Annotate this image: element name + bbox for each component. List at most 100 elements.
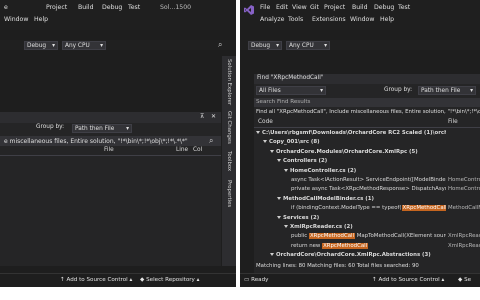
chevron-down-icon: ▾ xyxy=(100,43,103,49)
group-label: Copy_001\src (8) xyxy=(269,139,320,146)
col-line-header[interactable]: Line xyxy=(176,147,188,153)
match-highlight: XRpcMethodCall xyxy=(308,233,356,240)
menu-project[interactable]: Project xyxy=(324,4,345,11)
expand-chevron-icon[interactable] xyxy=(284,168,288,172)
menu-extensions[interactable]: Extensions xyxy=(312,16,346,23)
pin-icon[interactable]: ⊼ xyxy=(200,112,204,121)
col-file-header[interactable]: File xyxy=(104,147,114,153)
result-match-row[interactable]: public XRpcMethodCall MapToMethodCall(XE… xyxy=(254,232,480,241)
menu-item[interactable]: e xyxy=(4,4,8,11)
result-line-row[interactable]: private async Task<XRpcMethodResponse> D… xyxy=(254,185,480,194)
search-find-results-input[interactable]: Search Find Results xyxy=(254,98,480,107)
tab-properties[interactable]: Properties xyxy=(224,178,234,210)
expand-chevron-icon[interactable] xyxy=(256,131,260,134)
scope-combo[interactable]: All Files ▾ xyxy=(256,86,326,95)
result-group-row[interactable]: Services (2) xyxy=(254,214,480,223)
code-prefix: if (bindingContext.ModelType == typeof( xyxy=(291,205,402,212)
find-group-row: Group by: Path then File ▾ xyxy=(0,123,221,134)
select-repository[interactable]: ◆ Select Repository ▴ xyxy=(140,277,199,283)
group-by-label: Group by: xyxy=(384,87,413,93)
find-title-bar: Find "XRpcMethodCall" xyxy=(254,74,480,84)
find-panel-header: ⊼ ✕ xyxy=(0,112,221,123)
chevron-down-icon: ▾ xyxy=(126,126,129,132)
result-group-row[interactable]: OrchardCore\OrchardCore.XmlRpc.Abstracti… xyxy=(254,251,480,260)
right-menu-bar: File Edit View Git Project Build Debug T… xyxy=(240,0,480,30)
group-by-combo[interactable]: Path then File ▾ xyxy=(72,124,132,133)
result-file: XmlRpcRead xyxy=(448,233,480,240)
expand-chevron-icon[interactable] xyxy=(270,149,274,153)
menu-item[interactable]: Project xyxy=(46,4,67,11)
results-tree: C:\Users\rbgsmf\Downloads\OrchardCore RC… xyxy=(254,129,480,261)
group-by-label: Group by: xyxy=(36,124,65,130)
result-group-row[interactable]: C:\Users\rbgsmf\Downloads\OrchardCore RC… xyxy=(254,129,480,138)
config-combo[interactable]: Debug ▾ xyxy=(24,41,58,50)
result-group-row[interactable]: OrchardCore.Modules\OrchardCore.XmlRpc (… xyxy=(254,148,480,157)
expand-chevron-icon[interactable] xyxy=(284,225,288,228)
menu-git[interactable]: Git xyxy=(310,4,319,11)
menu-test[interactable]: Test xyxy=(398,4,410,11)
result-group-row[interactable]: HomeController.cs (2) xyxy=(254,167,480,176)
result-group-row[interactable]: MethodCallModelBinder.cs (1) xyxy=(254,195,480,204)
col-file-header[interactable]: File xyxy=(448,119,458,125)
expand-chevron-icon[interactable] xyxy=(263,140,267,144)
menu-item[interactable]: Help xyxy=(34,16,48,23)
platform-combo[interactable]: Any CPU ▾ xyxy=(286,41,330,50)
matching-summary: Matching lines: 80 Matching files: 60 To… xyxy=(256,263,419,269)
menu-build[interactable]: Build xyxy=(352,4,368,11)
search-text: e miscellaneous files, Entire solution, … xyxy=(4,138,188,145)
result-group-row[interactable]: Copy_001\src (8) xyxy=(254,138,480,147)
group-by-combo[interactable]: Path then File ▾ xyxy=(418,86,476,95)
find-search-bar[interactable]: e miscellaneous files, Entire solution, … xyxy=(0,136,221,146)
menu-item[interactable]: Test xyxy=(128,4,140,11)
menu-edit[interactable]: Edit xyxy=(276,4,288,11)
search-icon[interactable]: ⌕ xyxy=(209,136,213,146)
chevron-down-icon: ▾ xyxy=(324,43,327,49)
expand-chevron-icon[interactable] xyxy=(277,215,281,219)
expand-chevron-icon[interactable] xyxy=(277,159,281,163)
col-code-header[interactable]: Code xyxy=(258,119,273,125)
result-group-row[interactable]: Controllers (2) xyxy=(254,157,480,166)
result-match-row[interactable]: if (bindingContext.ModelType == typeof(X… xyxy=(254,204,480,213)
menu-item[interactable]: Window xyxy=(4,16,28,23)
result-line-row[interactable]: async Task<IActionResult> ServiceEndpoin… xyxy=(254,176,480,185)
config-combo[interactable]: Debug ▾ xyxy=(248,41,282,50)
tab-solution-explorer[interactable]: Solution Explorer xyxy=(224,58,234,106)
result-file: HomeContro xyxy=(448,186,480,193)
close-icon[interactable]: ✕ xyxy=(211,112,216,121)
menu-debug[interactable]: Debug xyxy=(374,4,394,11)
expand-chevron-icon[interactable] xyxy=(270,253,274,257)
chevron-up-icon: ▴ xyxy=(194,277,200,283)
menu-view[interactable]: View xyxy=(292,4,307,11)
find-options-row: All Files ▾ Group by: Path then File ▾ xyxy=(254,85,480,96)
menu-file[interactable]: File xyxy=(260,4,270,11)
tab-toolbox[interactable]: Toolbox xyxy=(224,148,234,174)
add-to-source-control[interactable]: ↑ Add to Source Control ▴ xyxy=(372,277,444,283)
right-status-bar: ▭ Ready ↑ Add to Source Control ▴ ◆ Se xyxy=(240,273,480,287)
group-label: OrchardCore.Modules\OrchardCore.XmlRpc (… xyxy=(276,148,418,155)
vs-logo-icon xyxy=(244,5,254,15)
tab-git-changes[interactable]: Git Changes xyxy=(224,110,234,144)
platform-combo[interactable]: Any CPU ▾ xyxy=(62,41,106,50)
menu-item[interactable]: Debug xyxy=(102,4,122,11)
menu-help[interactable]: Help xyxy=(380,16,394,23)
menu-tools[interactable]: Tools xyxy=(288,16,303,23)
search-placeholder: Search Find Results xyxy=(256,99,311,105)
select-repository[interactable]: ◆ Se xyxy=(458,277,471,283)
find-results-panel: Find "XRpcMethodCall" All Files ▾ Group b… xyxy=(254,74,480,274)
expand-chevron-icon[interactable] xyxy=(277,196,281,200)
result-group-row[interactable]: XmlRpcReader.cs (2) xyxy=(254,223,480,232)
chevron-down-icon: ▾ xyxy=(52,43,55,49)
group-label: XmlRpcReader.cs (2) xyxy=(290,224,353,230)
add-to-source-control[interactable]: ↑ Add to Source Control ▴ xyxy=(60,277,132,283)
result-file: MethodCallM xyxy=(448,205,480,212)
code-line: private async Task<XRpcMethodResponse> D… xyxy=(291,186,446,193)
result-column-header: Code File xyxy=(254,118,480,128)
search-icon[interactable]: ⌕ xyxy=(218,40,222,50)
menu-window[interactable]: Window xyxy=(350,16,374,23)
menu-analyze[interactable]: Analyze xyxy=(260,16,284,23)
result-match-row[interactable]: return new XRpcMethodCall XmlRpcRead xyxy=(254,242,480,251)
col-col-header[interactable]: Col xyxy=(193,147,202,153)
chevron-down-icon: ▾ xyxy=(276,43,279,49)
solution-name: Sol...1500 xyxy=(160,4,192,11)
menu-item[interactable]: Build xyxy=(78,4,94,11)
